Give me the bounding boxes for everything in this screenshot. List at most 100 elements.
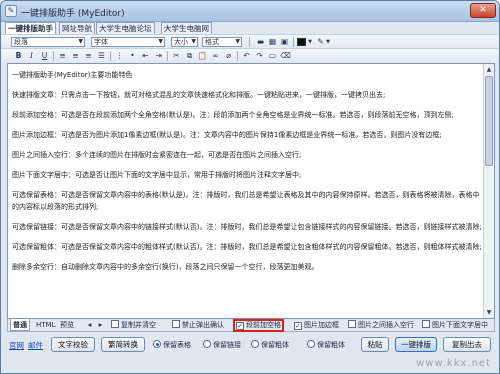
text-check-button[interactable]: 文字校验 — [51, 337, 95, 352]
app-window: ✎ 一键排版助手 (MyEditor) ✕ 一键排版助手 网址导航 大学生电脑论… — [0, 0, 500, 374]
chevron-down-icon: ▼ — [78, 38, 83, 45]
redo-icon[interactable]: ↷ — [254, 51, 265, 61]
checkbox-checked[interactable]: ✓ — [236, 322, 244, 330]
toolbar-divider — [249, 37, 250, 47]
radio-label: 保留粗体 — [261, 341, 289, 349]
tab-html[interactable]: HTML — [34, 319, 57, 331]
format-select[interactable]: 格式 ▼ — [202, 37, 242, 47]
paste-icon[interactable]: 📋 — [197, 51, 208, 61]
radio-unselected[interactable] — [251, 340, 259, 348]
tab-website[interactable]: 大学生电脑网 — [161, 22, 212, 34]
outdent-icon[interactable]: ⇤ — [140, 51, 151, 61]
editor-content: 一键排版助手(MyEditor)主要功能特色 快速排版文章：只需点击一下按钮，就… — [12, 70, 482, 282]
mode-and-options-bar: 普通 HTML 预览 ◂ ▸ 复制并清空 禁止弹出确认 ✓ 段前加空格 ✓ 图片加边… — [7, 319, 495, 332]
radio-label: 保留表格 — [163, 341, 191, 349]
editor-paragraph: 图片添加边框：可选是否为图片添加1像素边框(默认是)。注：文章内容中的图片保持1… — [12, 131, 442, 139]
option-label: 禁止弹出确认 — [182, 321, 224, 329]
simplified-traditional-button[interactable]: 繁简转换 — [101, 337, 145, 352]
option-copy-and-clear[interactable]: 复制并清空 — [111, 320, 156, 331]
font-select[interactable]: 字体 ▼ — [91, 37, 165, 47]
option-center-image-caption[interactable]: 图片下面文字居中 — [422, 320, 488, 331]
chevron-down-icon: ▼ — [158, 38, 163, 45]
align-left-icon[interactable]: ≡ — [57, 51, 68, 61]
font-select-value: 字体 — [94, 38, 108, 46]
horizontal-rule-icon[interactable]: ▬ — [255, 37, 266, 47]
checkbox[interactable] — [111, 320, 119, 328]
toolbar-divider — [53, 51, 54, 61]
mail-link[interactable]: 邮件 — [28, 340, 43, 351]
select-all-icon[interactable]: ▭ — [267, 51, 278, 61]
editor-paragraph: 可选保留表格：可选是否保留文章内容中的表格(默认是)。注：排版时，我们总是希望让… — [12, 191, 480, 211]
font-color-icon[interactable] — [297, 38, 306, 46]
option-label: 图片之间插入空行 — [358, 321, 414, 329]
title-bar: ✎ 一键排版助手 (MyEditor) ✕ — [1, 1, 499, 22]
paragraph-select[interactable]: 段落 ▼ — [11, 37, 85, 47]
radio-selected[interactable] — [153, 340, 161, 348]
option-image-border[interactable]: ✓ 图片加边框 — [294, 320, 339, 331]
radio-keep-table[interactable]: 保留表格 — [153, 340, 191, 350]
scroll-right-icon[interactable]: ▸ — [95, 320, 106, 330]
unlink-icon[interactable]: ⌀ — [223, 51, 234, 61]
indent-icon[interactable]: ⇥ — [153, 51, 164, 61]
align-right-icon[interactable]: ≡ — [83, 51, 94, 61]
undo-icon[interactable]: ↶ — [241, 51, 252, 61]
chevron-down-icon: ▼ — [191, 38, 196, 45]
tab-navigation[interactable]: 网址导航 — [59, 22, 95, 34]
italic-button[interactable]: I — [26, 51, 37, 61]
homepage-link[interactable]: 官网 — [9, 340, 24, 351]
checkbox[interactable] — [348, 320, 356, 328]
one-click-format-button[interactable]: 一键排版 — [395, 337, 437, 352]
option-blank-between-images[interactable]: 图片之间插入空行 — [348, 320, 414, 331]
vertical-scrollbar[interactable]: ▲ ▼ — [483, 64, 494, 318]
underline-button[interactable]: U — [39, 51, 50, 61]
action-bar: 官网 邮件 文字校验 繁简转换 保留表格 保留链接 保留粗体 保留粗体 粘贴 一… — [1, 335, 499, 355]
option-indent-paragraph[interactable]: ✓ 段前加空格 — [233, 319, 284, 332]
scroll-down-icon[interactable]: ▼ — [485, 308, 493, 317]
option-label: 图片加边框 — [304, 321, 339, 329]
ordered-list-icon[interactable]: ⋮ — [114, 51, 125, 61]
table-icon[interactable]: ▦ — [267, 37, 278, 47]
radio-unselected[interactable] — [203, 340, 211, 348]
scroll-left-icon[interactable]: ◂ — [84, 320, 95, 330]
site-watermark: www.kkx.net — [416, 358, 491, 369]
tab-preview[interactable]: 预览 — [58, 319, 76, 331]
checkbox[interactable] — [422, 320, 430, 328]
cut-icon[interactable]: ✂ — [171, 51, 182, 61]
unordered-list-icon[interactable]: • — [127, 51, 138, 61]
scrollbar-thumb[interactable] — [485, 76, 493, 166]
image-icon[interactable]: ▣ — [279, 37, 290, 47]
scroll-up-icon[interactable]: ▲ — [485, 65, 493, 74]
bold-button[interactable]: B — [13, 51, 24, 61]
checkbox-checked[interactable]: ✓ — [294, 322, 302, 330]
toolbar-row-2: B I U ≡ ≡ ≡ ☰ ⋮ • ⇤ ⇥ ✂ ⧉ 📋 ∞ ⌀ ↶ ↷ ▭ ⌫ — [1, 48, 499, 62]
remove-format-icon[interactable]: ⌫ — [280, 51, 291, 61]
toolbar-divider — [110, 51, 111, 61]
tab-editor[interactable]: 一键排版助手 — [5, 22, 56, 34]
radio-keep-link[interactable]: 保留链接 — [203, 340, 241, 350]
option-no-confirm[interactable]: 禁止弹出确认 — [172, 320, 224, 331]
close-button[interactable]: ✕ — [470, 3, 496, 18]
tab-bar: 一键排版助手 网址导航 大学生电脑论坛 大学生电脑网 — [1, 22, 499, 34]
editor-area[interactable]: 一键排版助手(MyEditor)主要功能特色 快速排版文章：只需点击一下按钮，就… — [7, 63, 495, 319]
align-justify-icon[interactable]: ☰ — [96, 51, 107, 61]
toolbar-divider — [167, 51, 168, 61]
checkbox[interactable] — [172, 320, 180, 328]
tab-forum[interactable]: 大学生电脑论坛 — [96, 22, 155, 34]
editor-paragraph: 一键排版助手(MyEditor)主要功能特色 — [12, 71, 133, 79]
copy-out-button[interactable]: 复制出去 — [443, 337, 491, 352]
chevron-down-icon[interactable]: ▼ — [307, 37, 313, 47]
radio-keep-bold[interactable]: 保留粗体 — [251, 340, 289, 350]
toolbar-divider — [293, 37, 294, 47]
chevron-down-icon[interactable]: ▼ — [325, 37, 331, 47]
tab-normal[interactable]: 普通 — [10, 319, 30, 331]
editor-paragraph: 快速排版文章：只需点击一下按钮，就可对格式混乱的文章快速格式化和排版。一键粘贴进… — [12, 91, 386, 99]
option-label: 段前加空格 — [246, 321, 281, 329]
copy-icon[interactable]: ⧉ — [184, 51, 195, 61]
size-select-value: 大小 — [174, 38, 188, 46]
paste-button[interactable]: 粘贴 — [361, 337, 389, 352]
link-icon[interactable]: ∞ — [210, 51, 221, 61]
align-center-icon[interactable]: ≡ — [70, 51, 81, 61]
size-select[interactable]: 大小 ▼ — [171, 37, 198, 47]
radio-keep-bold-2[interactable]: 保留粗体 — [307, 340, 345, 350]
radio-unselected[interactable] — [307, 340, 315, 348]
